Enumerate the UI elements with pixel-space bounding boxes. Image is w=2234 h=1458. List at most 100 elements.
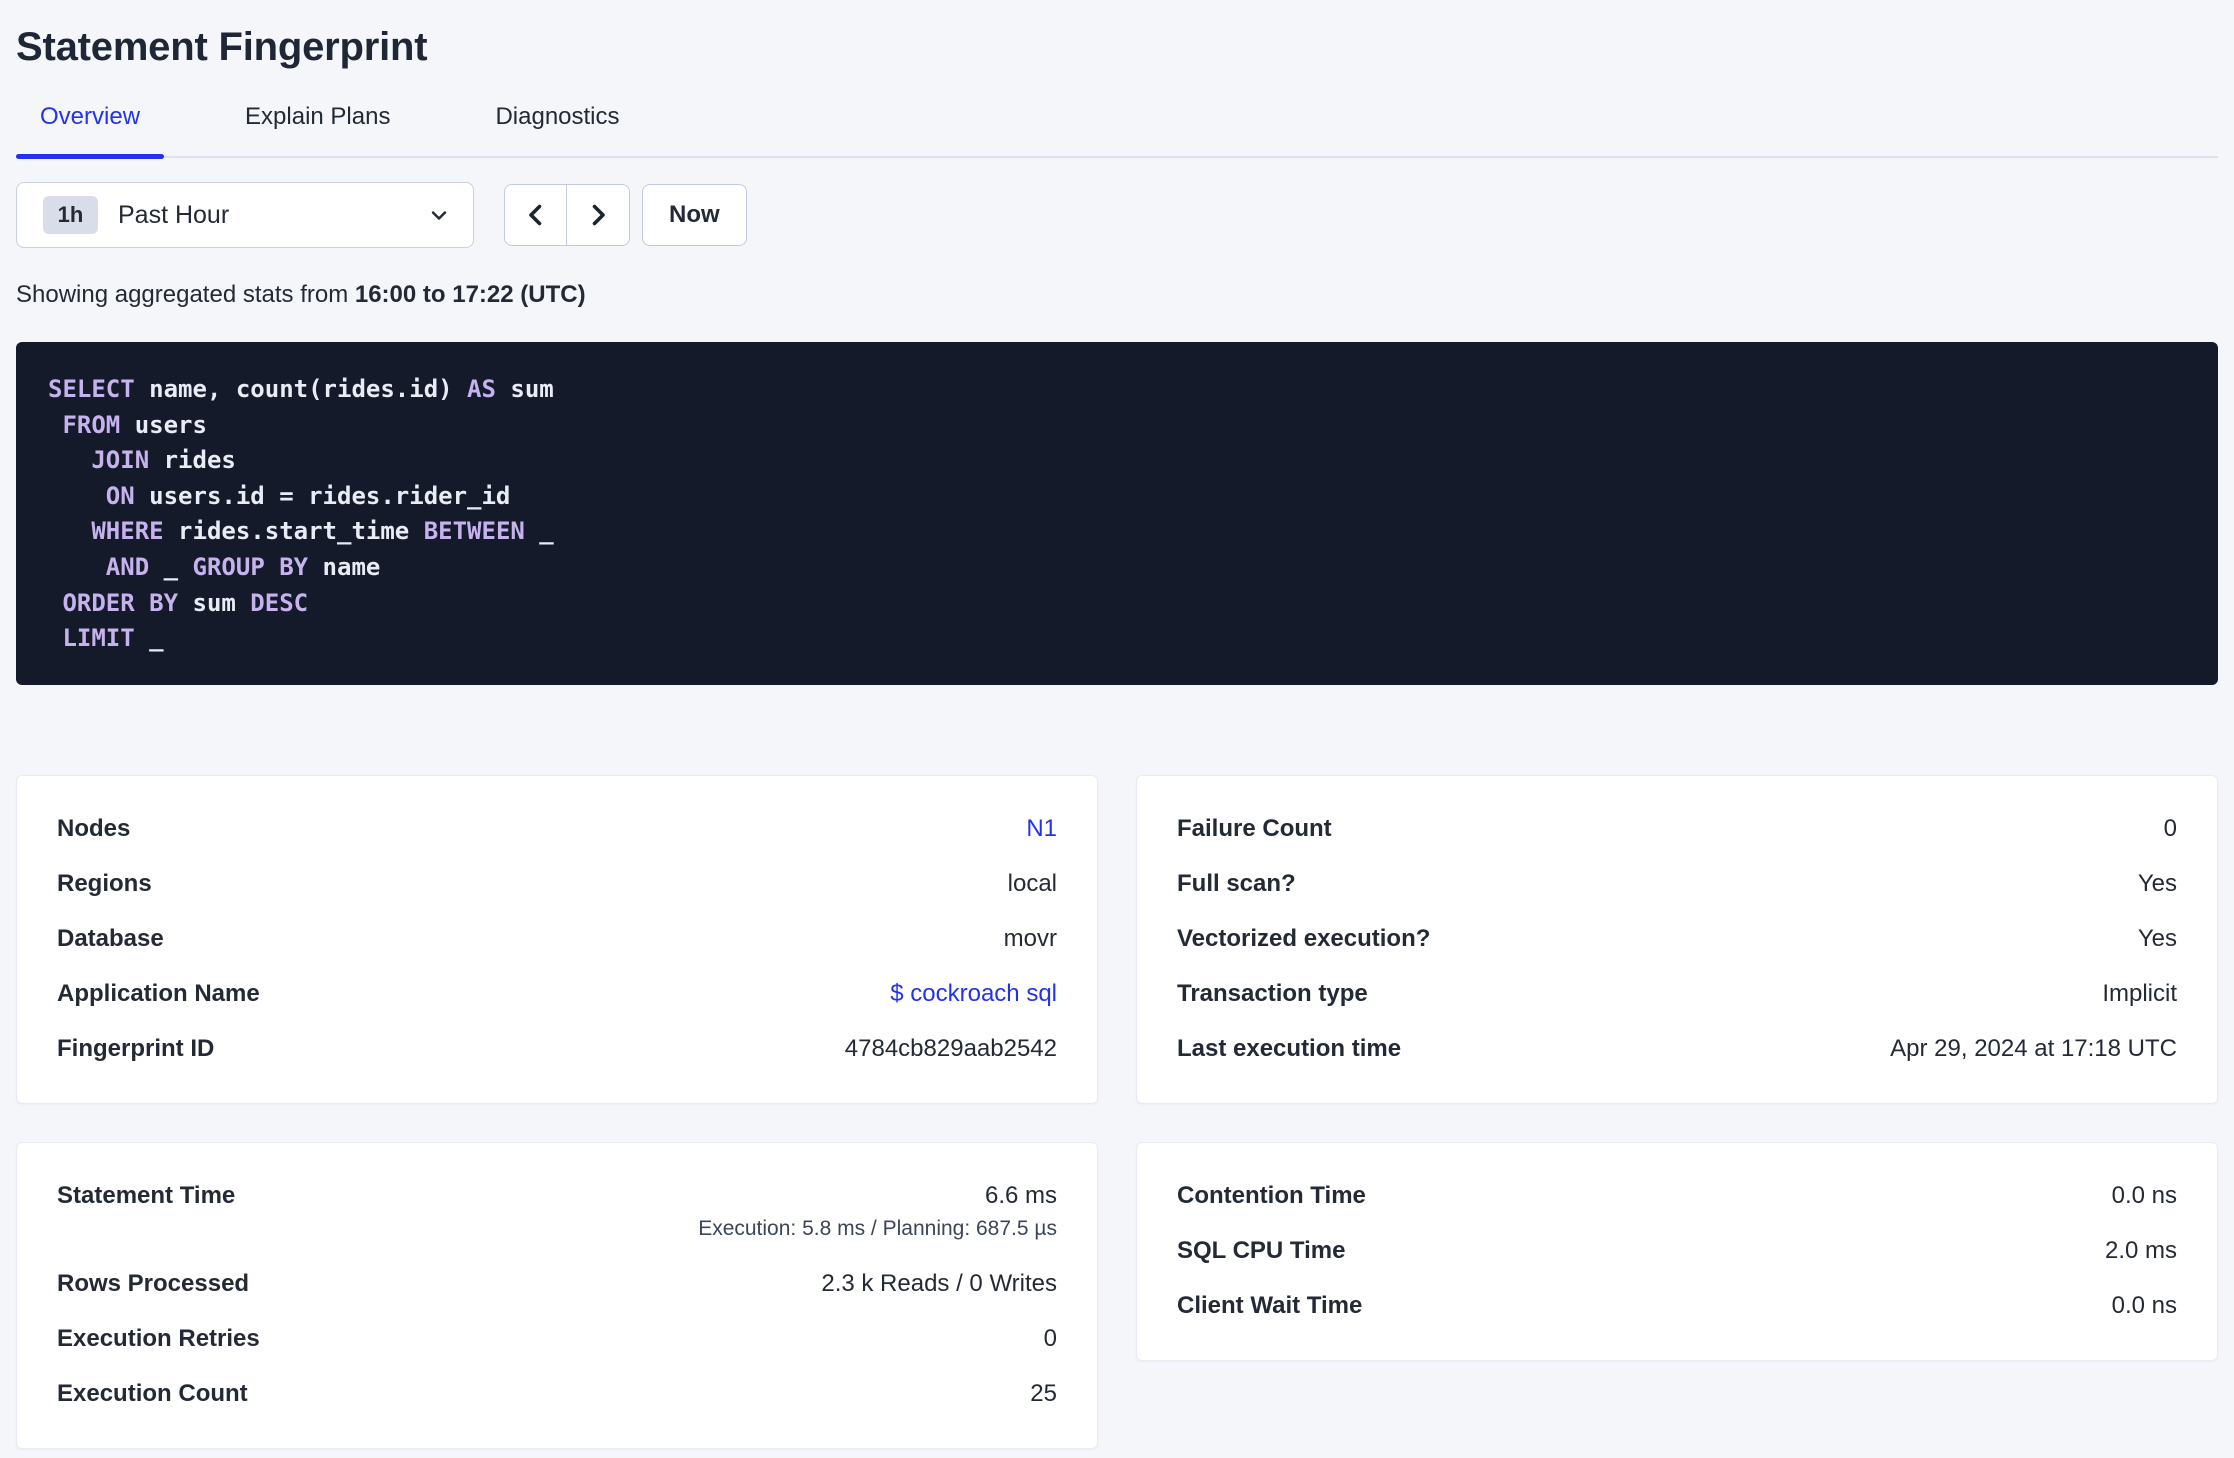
row-label: Transaction type [1177, 980, 1368, 1008]
tab-diagnostics-label: Diagnostics [495, 103, 620, 130]
tab-overview[interactable]: Overview [16, 102, 165, 159]
row-value-link[interactable]: $ cockroach sql [890, 979, 1057, 1009]
row-label: Failure Count [1177, 815, 1332, 843]
next-time-window-button[interactable] [567, 185, 629, 245]
previous-time-window-button[interactable] [505, 185, 567, 245]
sql-keyword: SELECT [48, 375, 135, 403]
chevron-down-icon [427, 203, 451, 227]
time-range-badge: 1h [43, 196, 98, 234]
row-value: Implicit [2102, 980, 2177, 1008]
row-value: 4784cb829aab2542 [844, 1035, 1057, 1063]
page-title: Statement Fingerprint [16, 25, 428, 69]
row-label: Execution Count [57, 1380, 248, 1408]
row-label: Database [57, 925, 164, 953]
row-label: Fingerprint ID [57, 1035, 215, 1063]
detail-row: Statement Time 6.6 ms Execution: 5.8 ms / … [57, 1169, 1057, 1257]
row-label: Execution Retries [57, 1325, 260, 1353]
sql-keyword: LIMIT [62, 624, 135, 653]
now-button[interactable]: Now [642, 184, 747, 246]
detail-row: SQL CPU Time 2.0 ms [1177, 1224, 2177, 1279]
sql-code-line: ORDER BY sum DESC [48, 586, 2186, 622]
chevron-right-icon [585, 202, 611, 228]
tab-explain-plans-label: Explain Plans [245, 103, 391, 130]
sql-keyword: AS [467, 375, 496, 403]
detail-row: Contention Time 0.0 ns [1177, 1169, 2177, 1224]
row-label: Last execution time [1177, 1035, 1402, 1063]
active-tab-underline [16, 154, 165, 159]
sql-keyword: BETWEEN [423, 517, 525, 546]
statement-timings-card: Statement Time 6.6 ms Execution: 5.8 ms / … [16, 1141, 1098, 1449]
sql-keyword: ORDER BY [62, 588, 179, 617]
stats-summary-range: 16:00 to 17:22 (UTC) [354, 281, 586, 308]
sql-code-line: FROM users [48, 408, 2186, 444]
detail-row: Rows Processed 2.3 k Reads / 0 Writes [57, 1257, 1057, 1312]
row-value: Yes [2137, 925, 2177, 953]
sql-keyword: JOIN [91, 446, 150, 475]
sql-code-line: JOIN rides [48, 443, 2186, 479]
row-value: Apr 29, 2024 at 17:18 UTC [1890, 1035, 2177, 1063]
chevron-left-icon [523, 202, 549, 228]
sql-statement-box: SELECT name, count(rides.id) AS sum FROM… [16, 342, 2218, 685]
tab-explain-plans[interactable]: Explain Plans [221, 102, 414, 156]
row-value: 0.0 ns [2111, 1182, 2177, 1210]
row-value: local [1007, 870, 1057, 898]
sql-text: users [120, 410, 207, 439]
row-value: 0 [2163, 815, 2177, 843]
detail-row: Vectorized execution? Yes [1177, 912, 2177, 967]
sql-text: name, count(rides.id) [134, 375, 468, 403]
sql-text: rides.start_time [163, 517, 424, 546]
row-label: Vectorized execution? [1177, 925, 1431, 953]
row-value: 2.0 ms [2104, 1237, 2177, 1265]
statement-fingerprint-page: Statement Fingerprint Overview Explain P… [0, 24, 2234, 1449]
row-value: movr [1003, 925, 1057, 953]
row-label: Contention Time [1177, 1182, 1366, 1210]
row-label: Rows Processed [57, 1270, 250, 1298]
time-window-arrows [504, 184, 630, 246]
sql-keyword: FROM [62, 410, 121, 439]
sql-code-line: SELECT name, count(rides.id) AS sum [48, 372, 2186, 408]
row-value: 2.3 k Reads / 0 Writes [821, 1270, 1057, 1298]
wait-timings-card: Contention Time 0.0 ns SQL CPU Time 2.0 ms C… [1136, 1141, 2218, 1361]
detail-cards: Nodes N1 Regions local Database movr Applicati… [16, 774, 2218, 1449]
detail-row: Full scan? Yes [1177, 857, 2177, 912]
tab-diagnostics[interactable]: Diagnostics [471, 102, 643, 156]
tab-overview-label: Overview [40, 103, 141, 130]
row-value: 25 [1030, 1380, 1057, 1408]
row-value: 6.6 ms [984, 1181, 1057, 1209]
time-range-select[interactable]: 1h Past Hour [16, 182, 474, 248]
row-subvalue: Execution: 5.8 ms / Planning: 687.5 µs [698, 1216, 1057, 1240]
detail-row: Failure Count 0 [1177, 802, 2177, 857]
detail-row: Execution Retries 0 [57, 1312, 1057, 1367]
row-label: Nodes [57, 815, 131, 843]
detail-row: Application Name $ cockroach sql [57, 967, 1057, 1022]
sql-text: sum [178, 588, 251, 617]
detail-row: Regions local [57, 857, 1057, 912]
detail-row: Database movr [57, 912, 1057, 967]
sql-keyword: DESC [250, 588, 309, 617]
tab-bar: Overview Explain Plans Diagnostics [16, 102, 2218, 159]
sql-text: rides [149, 446, 236, 475]
row-value: 0 [1043, 1325, 1057, 1353]
row-label: Client Wait Time [1177, 1292, 1363, 1320]
sql-code-line: AND _ GROUP BY name [48, 550, 2186, 586]
sql-text: users.id = rides.rider_id [134, 481, 511, 510]
sql-text: _ [134, 624, 164, 653]
detail-row: Transaction type Implicit [1177, 967, 2177, 1022]
row-label: Regions [57, 870, 152, 898]
row-value: 0.0 ns [2111, 1292, 2177, 1320]
row-label: Statement Time [57, 1181, 236, 1209]
now-button-label: Now [669, 201, 720, 228]
sql-keyword: GROUP BY [192, 552, 309, 581]
detail-row: Last execution time Apr 29, 2024 at 17:18… [1177, 1022, 2177, 1077]
row-value-link[interactable]: N1 [1026, 814, 1057, 844]
statement-details-card: Nodes N1 Regions local Database movr Applicati… [16, 774, 1098, 1104]
sql-code-line: WHERE rides.start_time BETWEEN _ [48, 514, 2186, 550]
sql-keyword: AND [105, 552, 150, 581]
sql-text: name [308, 552, 381, 581]
